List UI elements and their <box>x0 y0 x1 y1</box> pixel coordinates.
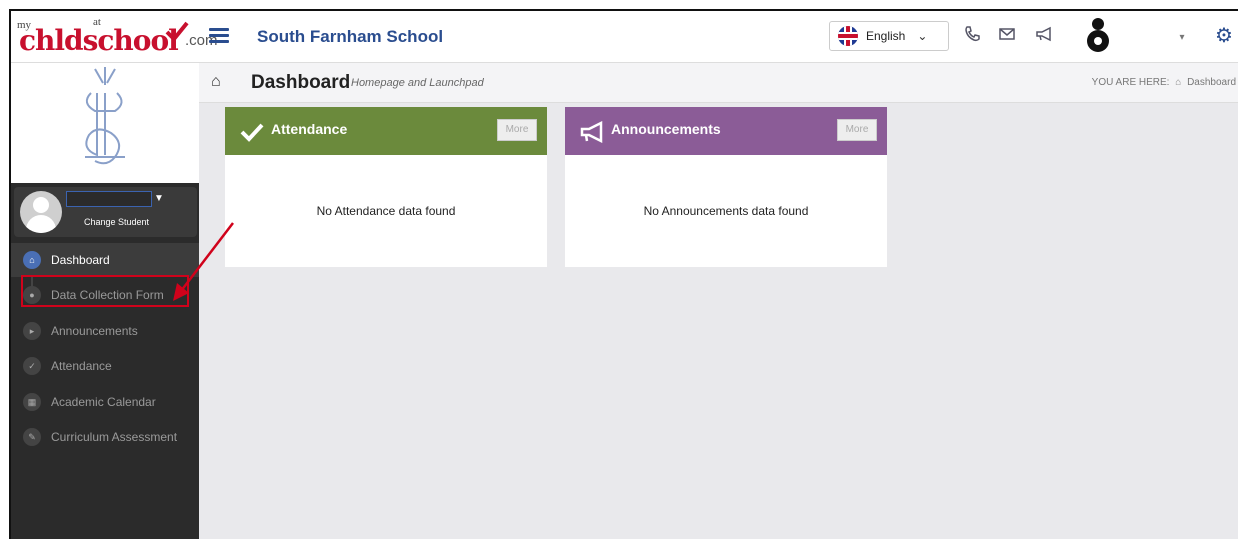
announcements-widget-header: Announcements More <box>565 107 887 155</box>
page-subtitle: Homepage and Launchpad <box>351 77 484 89</box>
sidebar-item-label: Announcements <box>51 324 138 338</box>
sidebar-item-curriculum-assessment[interactable]: ✎ Curriculum Assessment <box>11 420 199 454</box>
student-name-field[interactable] <box>66 191 152 207</box>
home-icon: ⌂ <box>23 251 41 269</box>
mail-icon[interactable] <box>996 25 1018 47</box>
sidebar-item-announcements[interactable]: ▸ Announcements <box>11 314 199 348</box>
user-menu-caret-icon[interactable]: ▾ <box>1171 27 1193 49</box>
app-logo[interactable]: my at chldschool .com <box>15 16 218 58</box>
attendance-widget-title: Attendance <box>271 121 348 137</box>
sidebar-item-dashboard[interactable]: ⌂ Dashboard <box>11 243 199 277</box>
gear-icon[interactable]: ⚙ <box>1213 25 1235 47</box>
breadcrumb-dashboard-link[interactable]: Dashboard <box>1187 77 1236 88</box>
user-avatar-icon[interactable] <box>1081 17 1115 53</box>
attendance-widget: Attendance More No Attendance data found <box>225 107 547 267</box>
menu-bar-icon <box>209 28 229 31</box>
language-label: English <box>866 29 906 43</box>
sidebar-item-academic-calendar[interactable]: ▦ Academic Calendar <box>11 385 199 419</box>
phone-icon[interactable] <box>961 25 983 47</box>
attendance-empty-message: No Attendance data found <box>316 204 456 218</box>
announcements-empty-message: No Announcements data found <box>643 204 809 218</box>
top-bar: my at chldschool .com South Farnham Scho… <box>11 11 1238 63</box>
logo-wordmark: chldschool <box>19 24 179 57</box>
megaphone-icon <box>580 121 603 143</box>
sidebar-item-label: Academic Calendar <box>51 395 156 409</box>
home-icon[interactable]: ⌂ <box>211 73 221 91</box>
sidebar-item-label: Dashboard <box>51 253 110 267</box>
pencil-icon: ✎ <box>23 428 41 446</box>
announcements-more-button[interactable]: More <box>837 119 877 141</box>
attendance-more-button[interactable]: More <box>497 119 537 141</box>
you-are-here: YOU ARE HERE: ⌂ Dashboard <box>1092 77 1236 88</box>
annotation-highlight-box <box>21 275 189 307</box>
student-switcher[interactable]: ▼ Change Student <box>14 187 197 237</box>
page-title: Dashboard <box>251 72 351 93</box>
school-crest-logo <box>11 63 199 183</box>
sidebar-item-label: Curriculum Assessment <box>51 430 178 444</box>
chevron-down-icon: ⌄ <box>917 29 928 43</box>
language-select[interactable]: English ⌄ <box>829 21 949 51</box>
menu-bar-icon <box>209 34 229 37</box>
home-icon: ⌂ <box>1175 77 1182 88</box>
megaphone-icon: ▸ <box>23 322 41 340</box>
megaphone-icon[interactable] <box>1033 25 1055 47</box>
breadcrumb: ⌂ Dashboard Homepage and Launchpad YOU A… <box>199 63 1238 103</box>
check-icon <box>240 123 264 142</box>
attendance-widget-header: Attendance More <box>225 107 547 155</box>
you-are-here-label: YOU ARE HERE: <box>1091 77 1170 88</box>
caret-down-icon: ▼ <box>154 193 164 204</box>
change-student-label: Change Student <box>84 217 150 227</box>
announcements-widget: Announcements More No Announcements data… <box>565 107 887 267</box>
uk-flag-icon <box>838 26 858 46</box>
check-icon: ✓ <box>23 357 41 375</box>
sidebar-item-label: Attendance <box>51 359 112 373</box>
sidebar-item-attendance[interactable]: ✓ Attendance <box>11 349 199 383</box>
student-avatar <box>20 191 62 233</box>
menu-bar-icon <box>209 40 229 43</box>
app-window: my at chldschool .com South Farnham Scho… <box>9 9 1238 539</box>
school-name[interactable]: South Farnham School <box>257 27 443 47</box>
announcements-widget-title: Announcements <box>611 121 721 137</box>
calendar-icon: ▦ <box>23 393 41 411</box>
hamburger-menu-button[interactable] <box>209 25 235 47</box>
